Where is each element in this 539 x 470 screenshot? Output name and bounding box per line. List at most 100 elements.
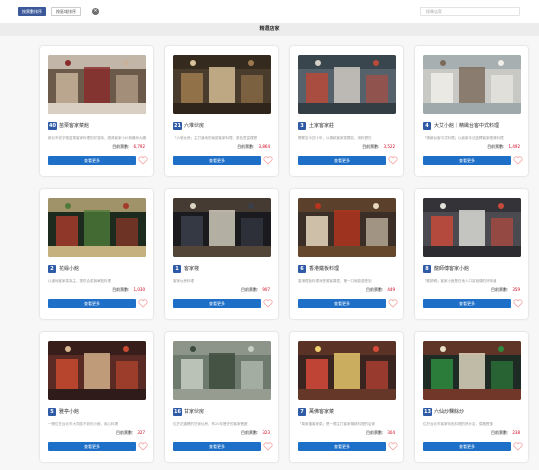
restaurant-name: 大艾小館｜精緻台客中式料理 — [434, 123, 500, 129]
restaurant-name: 六仙炒粿餘炒 — [434, 409, 465, 415]
heart-icon[interactable] — [388, 156, 398, 165]
vote-number: 3,522 — [383, 144, 395, 149]
restaurant-photo[interactable] — [173, 341, 271, 400]
heart-icon[interactable] — [388, 442, 398, 451]
restaurant-photo[interactable] — [48, 341, 146, 400]
restaurant-photo[interactable] — [423, 198, 521, 257]
restaurant-photo[interactable] — [423, 341, 521, 400]
vote-count: 目前票數: 449 — [366, 287, 395, 293]
sort-by-area-button[interactable]: 按區域排序 — [51, 7, 81, 16]
restaurant-name: 六堆伙房 — [184, 123, 205, 129]
rank-badge: 5 — [48, 408, 56, 416]
view-more-button[interactable]: 查看更多 — [48, 442, 136, 451]
restaurant-card[interactable]: 1 客家棧 客家伙房料理 目前票數: 907 查看更多 — [165, 189, 278, 319]
rank-badge: 7 — [298, 408, 306, 416]
view-more-button[interactable]: 查看更多 — [173, 442, 261, 451]
restaurant-name: 雅亭小館 — [59, 409, 80, 415]
view-more-button[interactable]: 查看更多 — [48, 299, 136, 308]
restaurant-description: 「六堆伙房」主打道地的南部客家料理，菜色豐富樸實 — [173, 136, 257, 140]
vote-count: 目前票數: 3,864 — [237, 144, 270, 150]
view-more-button[interactable]: 查看更多 — [298, 442, 386, 451]
clear-icon[interactable]: × — [92, 8, 99, 15]
heart-icon[interactable] — [513, 299, 523, 308]
vote-count: 目前票數: 1,492 — [487, 144, 520, 150]
restaurant-photo[interactable] — [298, 55, 396, 114]
restaurant-name: 土家客家莊 — [309, 123, 335, 129]
restaurant-photo[interactable] — [173, 55, 271, 114]
view-more-button[interactable]: 查看更多 — [48, 156, 136, 165]
heart-icon[interactable] — [138, 299, 148, 308]
vote-label: 目前票數: — [487, 144, 505, 149]
restaurant-name: 萬佛客家菜 — [309, 409, 335, 415]
vote-count: 目前票數: 238 — [491, 430, 520, 436]
restaurant-photo[interactable] — [173, 198, 271, 257]
vote-label: 目前票數: — [491, 287, 509, 292]
restaurant-photo[interactable] — [423, 55, 521, 114]
heart-icon[interactable] — [138, 442, 148, 451]
restaurant-description: 一間位在台北市大同區不到的小館，用心料理 — [48, 422, 118, 426]
restaurant-name: 龍師傅客家小館 — [434, 266, 470, 272]
vote-count: 目前票數: 6,792 — [112, 144, 145, 150]
rank-badge: 3 — [298, 122, 306, 130]
view-more-button[interactable]: 查看更多 — [298, 299, 386, 308]
restaurant-grid: 40 苗栗客家菜館 新北市老字號苗栗客家料理的好滋味，經典客家小炒與薑絲大腸是必點目… — [0, 36, 539, 470]
heart-icon[interactable] — [513, 156, 523, 165]
view-more-button[interactable]: 查看更多 — [423, 299, 511, 308]
view-more-button[interactable]: 查看更多 — [423, 156, 511, 165]
restaurant-card[interactable]: 3 土家客家莊開業至今四十年，以傳統客家菜聞名，用料實在目前票數: 3,522 查看更… — [290, 46, 403, 176]
restaurant-card[interactable]: 8 龍師傅客家小館 「龍師傅」客家小館是在地人口耳相傳的好味道 目前票數: 359 查看更… — [415, 189, 528, 319]
restaurant-card[interactable]: 40 苗栗客家菜館 新北市老字號苗栗客家料理的好滋味，經典客家小炒與薑絲大腸是必點目… — [40, 46, 153, 176]
restaurant-description: 香港鐵板料理深受饕客喜愛，第一口就能感受到 — [298, 279, 372, 283]
restaurant-description: 新北市老字號苗栗客家料理的好滋味，經典客家小炒與薑絲大腸是必點 — [48, 136, 146, 140]
restaurant-description: 「萬家福客家菜」是一間主打客家傳統料理的店家 — [298, 422, 375, 426]
vote-label: 目前票數: — [491, 430, 509, 435]
toolbar: 按票數排序 按區域排序 × 搜尋店家 — [0, 0, 539, 22]
restaurant-name: 花緣小館 — [59, 266, 80, 272]
rank-badge: 6 — [298, 265, 306, 273]
rank-badge: 13 — [423, 408, 432, 416]
vote-number: 1,030 — [133, 287, 145, 292]
restaurant-card[interactable]: 7 萬佛客家菜 「萬家福客家菜」是一間主打客家傳統料理的店家 目前票數: 304 查看更多 — [290, 332, 403, 462]
vote-number: 1,492 — [508, 144, 520, 149]
restaurant-card[interactable]: 5 雅亭小館一間位在台北市大同區不到的小館，用心料理目前票數: 327 查看更多 — [40, 332, 153, 462]
restaurant-photo[interactable] — [298, 341, 396, 400]
view-more-button[interactable]: 查看更多 — [173, 299, 261, 308]
restaurant-card[interactable]: 2 花緣小館以道地客家菜為主，提供合菜與單點料理 目前票數: 1,030 查看更多 — [40, 189, 153, 319]
search-input[interactable]: 搜尋店家 — [420, 7, 520, 16]
rank-badge: 4 — [423, 122, 431, 130]
vote-count: 目前票數: 327 — [116, 430, 145, 436]
restaurant-name: 甘家伙房 — [184, 409, 205, 415]
restaurant-card[interactable]: 6 香港鐵板料理 香港鐵板料理深受饕客喜愛，第一口就能感受到 目前票數: 449 查看更多 — [290, 189, 403, 319]
heart-icon[interactable] — [263, 442, 273, 451]
restaurant-description: 以道地客家菜為主，提供合菜與單點料理 — [48, 279, 111, 283]
vote-number: 3,864 — [258, 144, 270, 149]
restaurant-name: 客家棧 — [184, 266, 200, 272]
rank-badge: 8 — [423, 265, 431, 273]
restaurant-photo[interactable] — [48, 55, 146, 114]
rank-badge: 21 — [173, 122, 182, 130]
heart-icon[interactable] — [138, 156, 148, 165]
vote-label: 目前票數: — [112, 287, 130, 292]
restaurant-card[interactable]: 21 六堆伙房「六堆伙房」主打道地的南部客家料理，菜色豐富樸實目前票數: 3,864… — [165, 46, 278, 176]
restaurant-card[interactable]: 4 大艾小館｜精緻台客中式料理 「精緻台客中式料理」以創新手法詮釋客家經典料理 目前票… — [415, 46, 528, 176]
restaurant-description: 客家伙房料理 — [173, 279, 194, 283]
vote-count: 目前票數: 359 — [491, 287, 520, 293]
vote-number: 238 — [512, 430, 520, 435]
sort-by-votes-button[interactable]: 按票數排序 — [18, 7, 46, 16]
restaurant-card[interactable]: 13 六仙炒粿餘炒 位於台北市客家特色料理的熱炒店，價格實惠 目前票數: 238 查看更多 — [415, 332, 528, 462]
restaurant-photo[interactable] — [298, 198, 396, 257]
view-more-button[interactable]: 查看更多 — [298, 156, 386, 165]
rank-badge: 2 — [48, 265, 56, 273]
vote-number: 323 — [262, 430, 270, 435]
heart-icon[interactable] — [513, 442, 523, 451]
vote-count: 目前票數: 3,522 — [362, 144, 395, 150]
heart-icon[interactable] — [263, 299, 273, 308]
heart-icon[interactable] — [388, 299, 398, 308]
view-more-button[interactable]: 查看更多 — [423, 442, 511, 451]
restaurant-card[interactable]: 16 甘家伙房 位於花蓮縣的甘家伙房，有20年歷史的客家餐廳 目前票數: 323 查看更多 — [165, 332, 278, 462]
restaurant-photo[interactable] — [48, 198, 146, 257]
vote-number: 327 — [137, 430, 145, 435]
heart-icon[interactable] — [263, 156, 273, 165]
view-more-button[interactable]: 查看更多 — [173, 156, 261, 165]
restaurant-description: 開業至今四十年，以傳統客家菜聞名，用料實在 — [298, 136, 372, 140]
